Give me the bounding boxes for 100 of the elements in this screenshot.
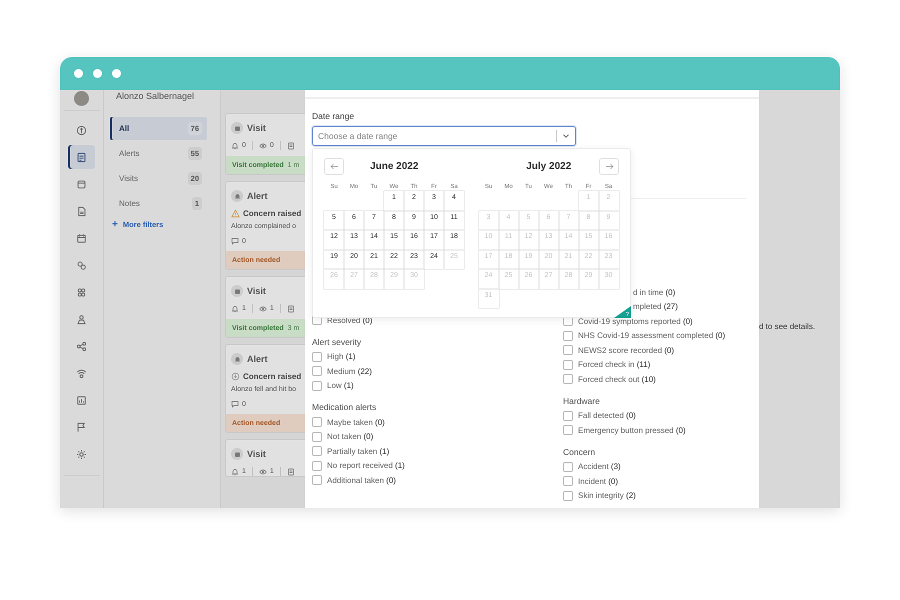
month-title: June 2022 (369, 161, 420, 172)
checkbox[interactable] (312, 432, 322, 442)
checkbox[interactable] (563, 316, 573, 326)
person-icon (76, 314, 87, 324)
card-title: Alert (247, 191, 268, 201)
link-icon (76, 260, 87, 270)
filter-label: Alerts (119, 149, 140, 158)
share-icon (76, 340, 87, 352)
checkbox[interactable] (563, 425, 573, 436)
document-icon (286, 142, 295, 150)
document-icon (286, 468, 295, 476)
card-title: Visit (247, 449, 266, 459)
checkbox-option[interactable]: NHS Covid-19 assessment completed (0) (563, 328, 759, 343)
checkbox-option[interactable]: Accident (3) (563, 460, 759, 474)
document-icon (76, 152, 87, 162)
option-label: Additional taken (0) (327, 476, 396, 485)
checkbox[interactable] (312, 380, 322, 391)
eye-icon (258, 468, 267, 476)
nav-button[interactable] (68, 145, 95, 169)
option-label: Forced check in (11) (578, 360, 650, 370)
option-label: NHS Covid-19 assessment completed (0) (578, 331, 726, 340)
option-label: NEWS2 score recorded (0) (578, 346, 674, 355)
checkbox-option[interactable]: Not taken (0) (312, 430, 563, 444)
download-circle-icon (231, 372, 240, 381)
option-label: Medium (22) (327, 366, 372, 376)
option-label: Partially taken (1) (327, 446, 390, 456)
chart-icon (76, 394, 87, 406)
window-button[interactable] (112, 69, 121, 78)
checkbox-option[interactable]: Forced check in (11) (563, 358, 759, 372)
option-label: Accident (3) (578, 462, 621, 472)
flag-icon (76, 422, 87, 432)
checkbox-option[interactable]: Incident (0) (563, 474, 759, 488)
profile-name: Alonzo Salbernagel (115, 91, 196, 103)
checkbox[interactable] (563, 462, 573, 472)
date-range-select[interactable]: Choose a date range (312, 126, 576, 146)
checkbox[interactable] (563, 345, 573, 356)
option-label: Maybe taken (0) (327, 418, 385, 427)
settings-icon (76, 448, 87, 460)
previous-month-button[interactable] (324, 158, 344, 175)
comment-icon (231, 237, 239, 245)
checkbox-option[interactable]: Low (1) (312, 378, 563, 393)
avatar (74, 91, 89, 106)
next-month-button[interactable] (599, 158, 619, 175)
window-button[interactable] (74, 69, 83, 78)
circle-icon (76, 124, 87, 136)
checkbox-option[interactable]: Forced check out (10) (563, 372, 759, 386)
checkbox[interactable] (312, 475, 322, 486)
checkbox[interactable] (312, 460, 322, 471)
checkbox[interactable] (312, 446, 322, 456)
checkbox-option[interactable]: No report received (1) (312, 458, 563, 473)
wifi-icon (76, 368, 87, 378)
detail-hint: d to see details. (759, 322, 816, 331)
bell-icon (231, 142, 239, 150)
checkbox[interactable] (563, 476, 573, 486)
checkbox-option[interactable]: Additional taken (0) (312, 473, 563, 488)
checkbox-option[interactable]: Partially taken (1) (312, 444, 563, 458)
checkbox-option[interactable]: Skin integrity (2) (563, 488, 759, 503)
card-title: Alert (247, 354, 268, 364)
document-icon (76, 206, 87, 216)
checkbox-option[interactable]: Maybe taken (0) (312, 415, 563, 430)
checkbox-option[interactable]: Fall detected (0) (563, 408, 759, 423)
bell-glyph (234, 356, 240, 362)
plus-icon: + (112, 218, 118, 230)
bell-glyph (234, 192, 240, 200)
option-label: mpleted (27) (633, 302, 678, 312)
option-label: d in time (0) (633, 288, 676, 297)
checkbox[interactable] (563, 410, 573, 421)
checkbox-option[interactable]: Medium (22) (312, 364, 563, 378)
card-title: Visit (247, 123, 266, 133)
checkbox-option[interactable]: NEWS2 score recorded (0) (563, 343, 759, 358)
option-label: Incident (0) (578, 476, 618, 486)
concern-title: Concern raised (243, 372, 302, 381)
bell-icon (231, 304, 239, 312)
option-label: No report received (1) (327, 461, 405, 470)
concern-title: Concern raised (243, 209, 302, 218)
filter-label: Notes (119, 199, 140, 208)
group-title: Concern (563, 446, 596, 456)
option-label: Fall detected (0) (578, 411, 636, 420)
option-label: Not taken (0) (327, 432, 374, 442)
checkbox[interactable] (563, 374, 573, 384)
comment-icon (231, 400, 239, 408)
option-label: High (1) (327, 352, 356, 362)
checkbox[interactable] (563, 490, 573, 501)
checkbox-option[interactable]: High (1) (312, 350, 563, 364)
group-title: Medication alerts (312, 402, 378, 412)
filter-label: Visits (119, 174, 138, 183)
checkbox[interactable] (563, 330, 573, 341)
checkbox[interactable] (312, 417, 322, 428)
checkbox[interactable] (312, 315, 322, 326)
eye-icon (258, 142, 267, 150)
window-button[interactable] (93, 69, 102, 78)
arrow-left-icon (328, 161, 340, 172)
checkbox-option[interactable]: Emergency button pressed (0) (563, 423, 759, 438)
checkbox[interactable] (312, 366, 322, 376)
option-label: Skin integrity (2) (578, 491, 636, 500)
option-label: Low (1) (327, 381, 354, 390)
checkbox[interactable] (563, 360, 573, 370)
checkbox[interactable] (312, 352, 322, 362)
option-label: Emergency button pressed (0) (578, 426, 686, 435)
field-label: Date range (312, 111, 356, 121)
